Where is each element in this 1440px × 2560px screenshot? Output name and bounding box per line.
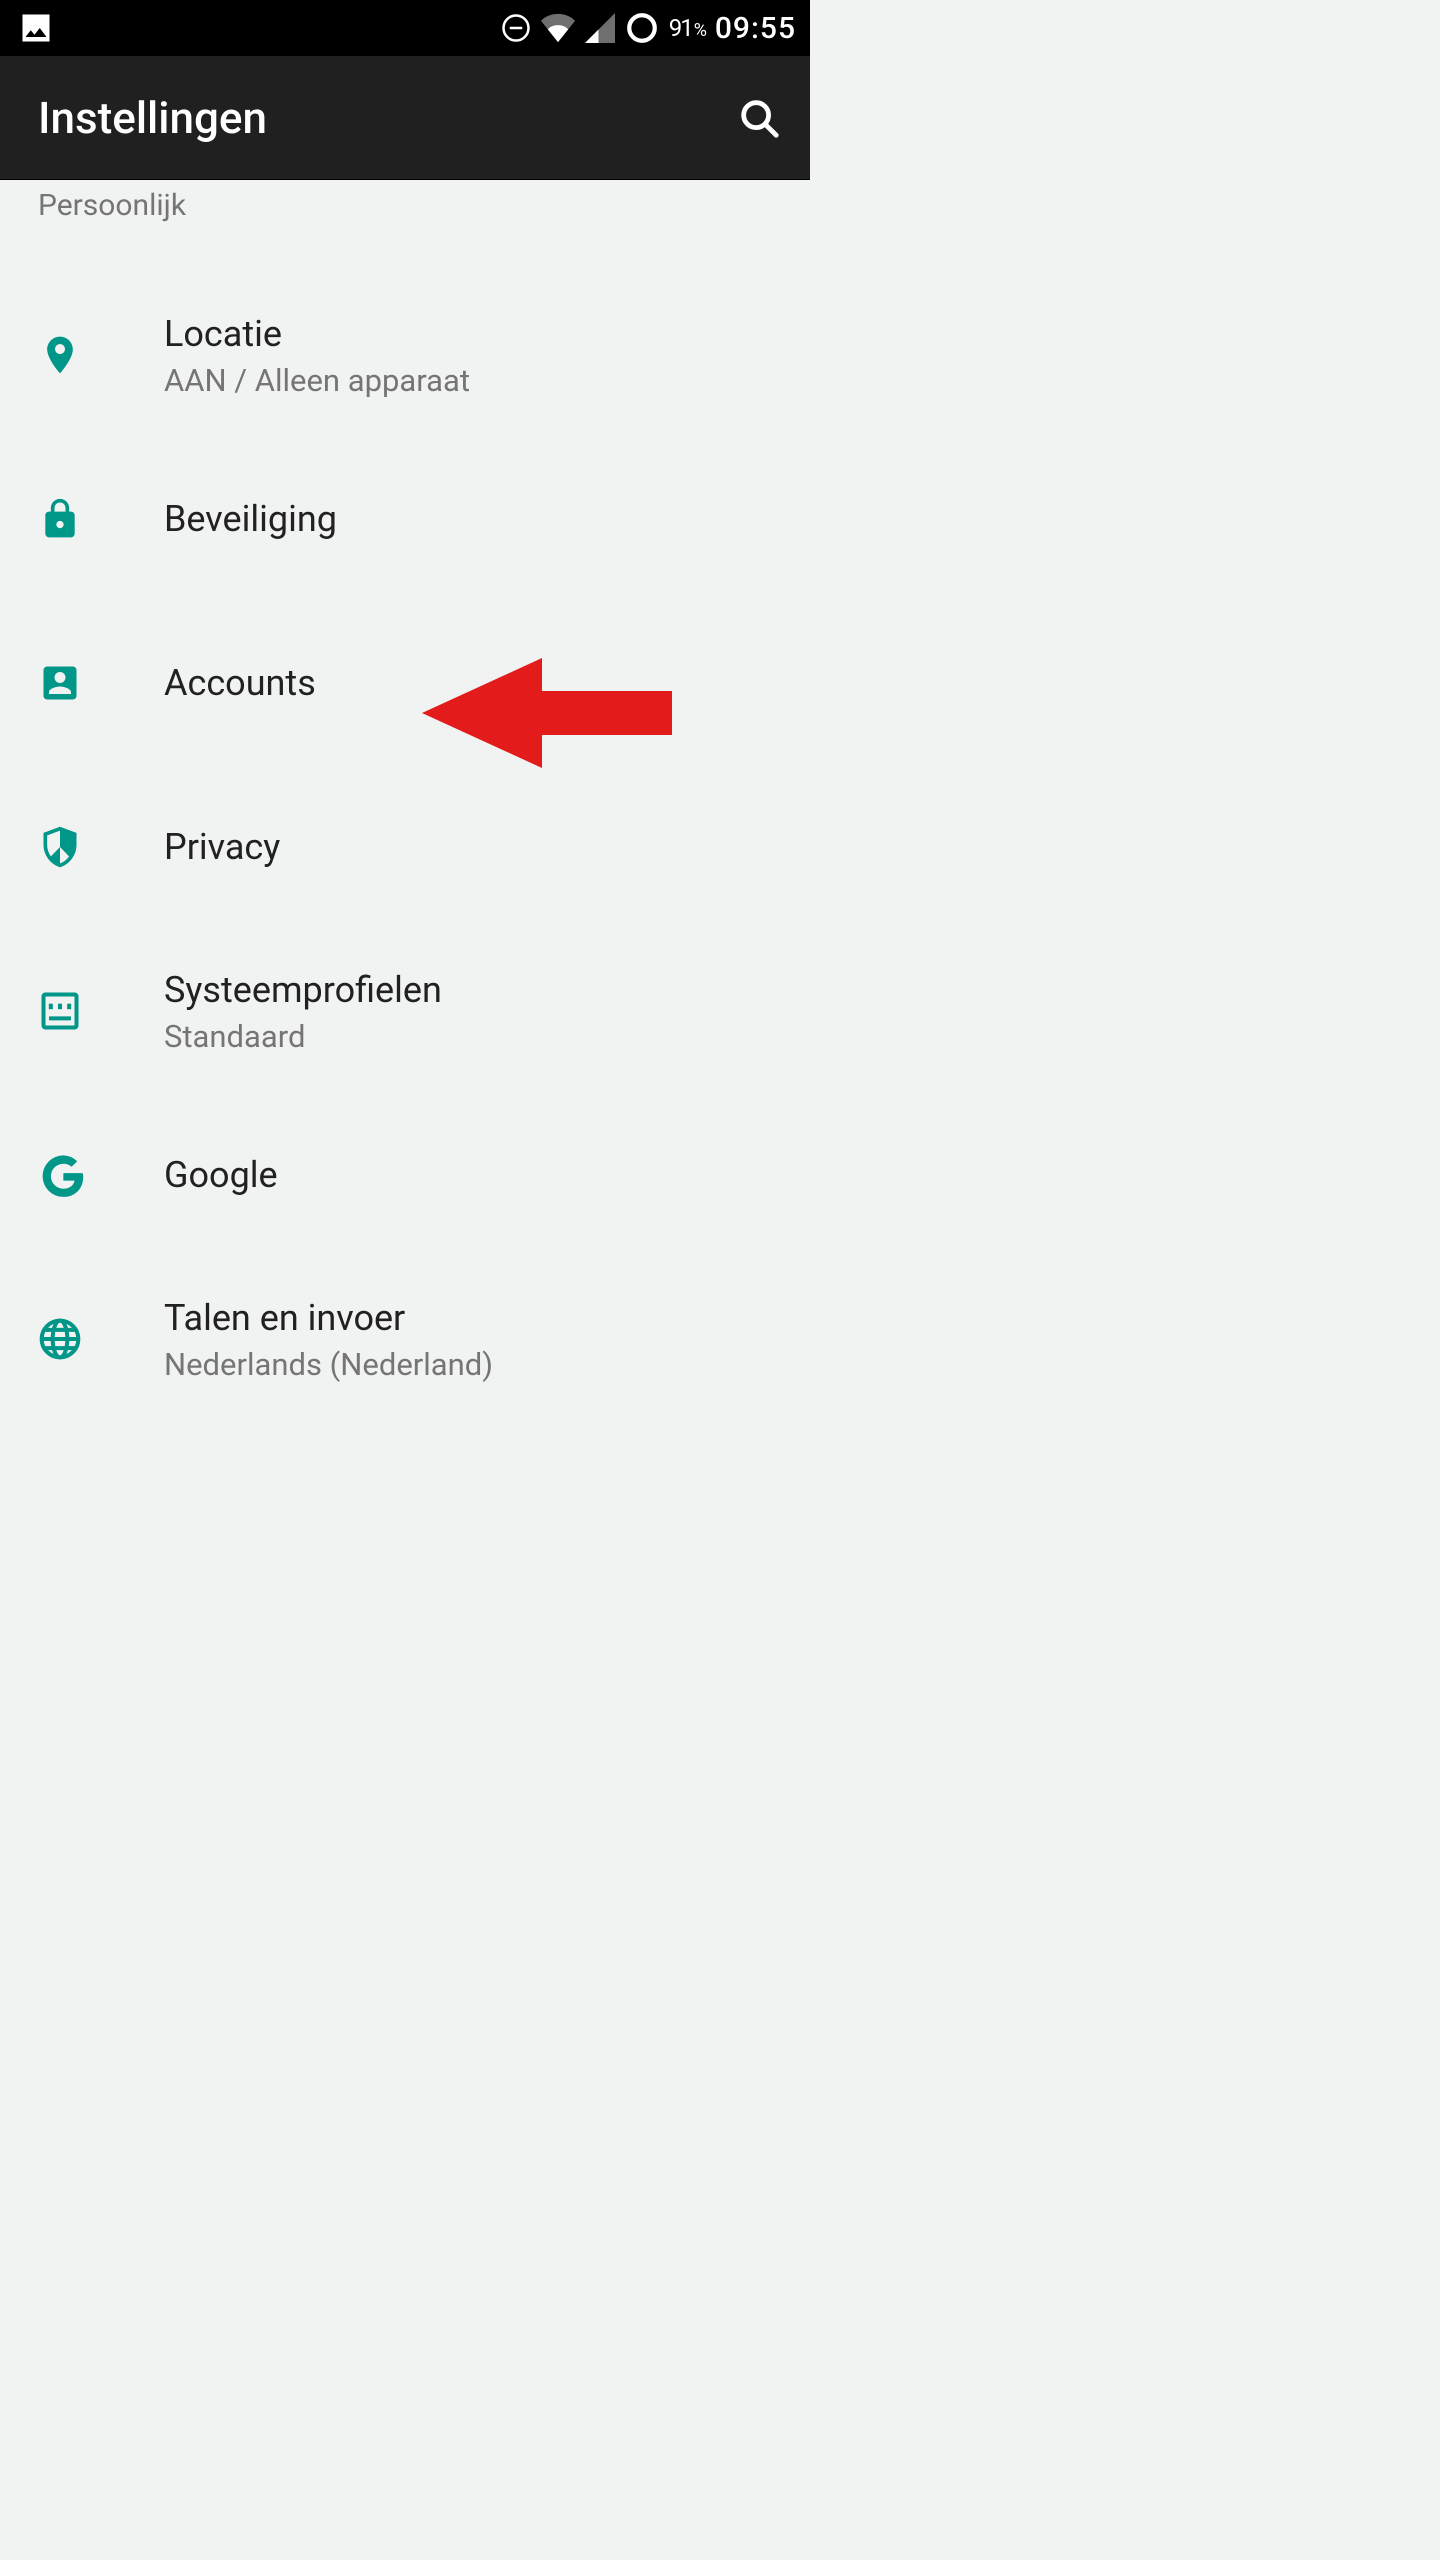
settings-item-title: Beveiliging [164,496,337,543]
settings-item-text: Locatie AAN / Alleen apparaat [164,311,470,399]
settings-item-accounts[interactable]: Accounts [0,601,810,765]
settings-item-privacy[interactable]: Privacy [0,765,810,929]
settings-item-system-profiles[interactable]: Systeemprofielen Standaard [0,929,810,1093]
settings-content: Persoonlijk Locatie AAN / Alleen apparaa… [0,180,810,1421]
shield-icon [38,825,164,869]
lock-icon [38,497,164,541]
page-title: Instellingen [38,92,267,144]
globe-icon [38,1317,164,1361]
search-icon [736,95,782,141]
google-icon [38,1150,164,1200]
status-bar: 91% 09:55 [0,0,810,56]
settings-item-title: Privacy [164,824,280,871]
settings-item-title: Locatie [164,311,470,358]
sync-icon [625,11,659,45]
settings-item-sub: Standaard [164,1018,442,1055]
status-right: 91% 09:55 [501,11,796,46]
battery-percent: 91% [669,14,705,42]
search-button[interactable] [736,95,782,141]
status-left [18,10,54,46]
settings-item-title: Talen en invoer [164,1295,493,1342]
image-notification-icon [18,10,54,46]
settings-item-text: Talen en invoer Nederlands (Nederland) [164,1295,493,1383]
clock: 09:55 [715,11,796,46]
settings-item-text: Systeemprofielen Standaard [164,967,442,1055]
location-pin-icon [38,333,164,377]
settings-item-title: Accounts [164,660,316,707]
section-header-personal: Persoonlijk [0,180,810,223]
settings-item-sub: AAN / Alleen apparaat [164,362,470,399]
arrow-annotation-icon [422,658,672,768]
settings-item-text: Beveiliging [164,496,337,543]
wifi-icon [541,13,575,43]
settings-item-text: Accounts [164,660,316,707]
settings-item-google[interactable]: Google [0,1093,810,1257]
settings-item-text: Privacy [164,824,280,871]
settings-item-security[interactable]: Beveiliging [0,437,810,601]
settings-item-title: Google [164,1152,278,1199]
settings-item-location[interactable]: Locatie AAN / Alleen apparaat [0,273,810,437]
cell-signal-icon [585,13,615,43]
settings-item-sub: Nederlands (Nederland) [164,1346,493,1383]
app-bar: Instellingen [0,56,810,180]
settings-item-title: Systeemprofielen [164,967,442,1014]
dnd-icon [501,13,531,43]
settings-item-text: Google [164,1152,278,1199]
profiles-icon [38,989,164,1033]
settings-list: Locatie AAN / Alleen apparaat Beveiligin… [0,223,810,1421]
settings-item-languages-input[interactable]: Talen en invoer Nederlands (Nederland) [0,1257,810,1421]
account-box-icon [38,661,164,705]
